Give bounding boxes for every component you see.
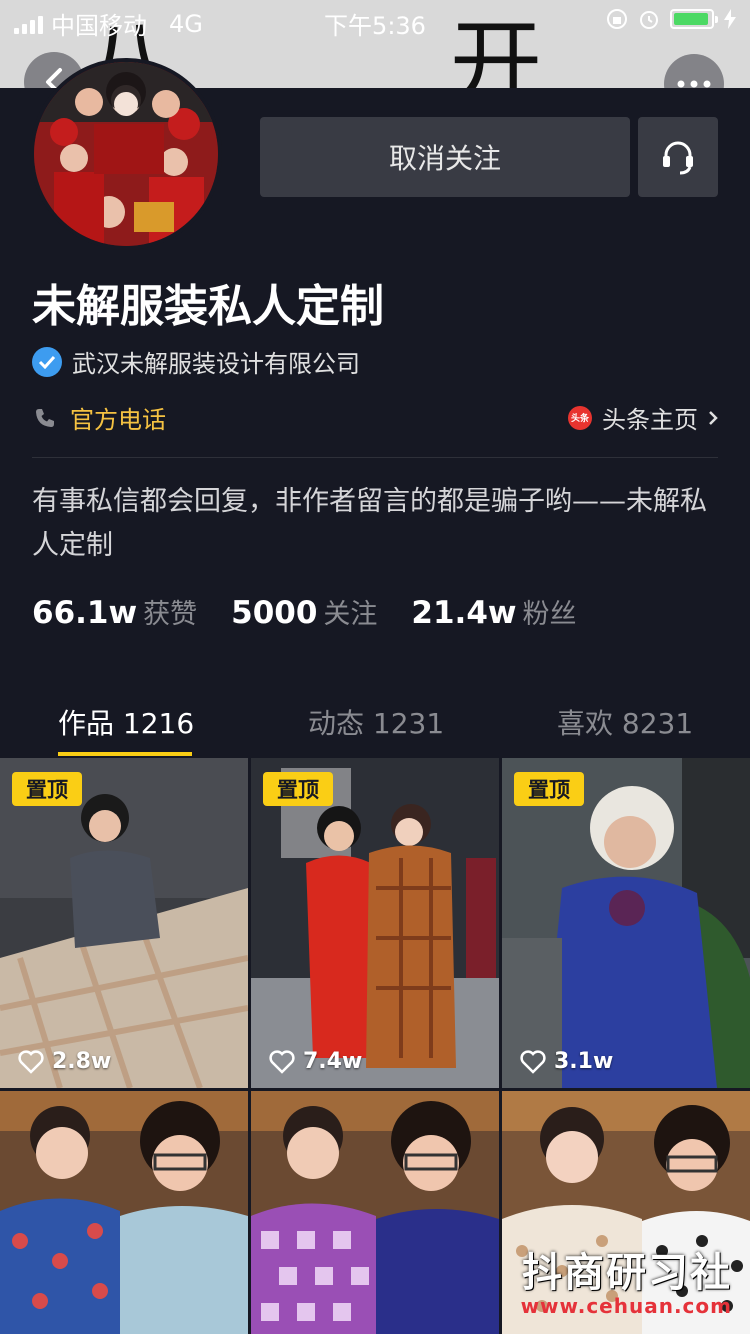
watermark-url: www.cehuan.com bbox=[520, 1294, 732, 1318]
avatar-photo bbox=[34, 62, 218, 246]
phone-icon bbox=[36, 408, 54, 427]
tab-liked[interactable]: 喜欢 8231 bbox=[557, 702, 693, 742]
stat-value: 5000 bbox=[231, 595, 318, 631]
likes-count: 2.8w bbox=[52, 1049, 112, 1074]
pinned-badge: 置顶 bbox=[263, 772, 333, 806]
stat-likes[interactable]: 66.1w 获赞 bbox=[32, 592, 197, 631]
video-thumbnail-image bbox=[0, 758, 248, 1088]
phone-label: 官方电话 bbox=[70, 406, 166, 434]
video-thumbnail[interactable] bbox=[251, 1091, 499, 1334]
battery-icon bbox=[670, 9, 718, 29]
verified-badge-icon bbox=[32, 346, 62, 377]
message-button[interactable] bbox=[638, 117, 718, 197]
video-likes: 3.1w bbox=[520, 1049, 613, 1074]
divider bbox=[32, 457, 718, 458]
video-thumbnail-image bbox=[251, 1091, 499, 1334]
alarm-icon bbox=[640, 11, 658, 29]
toutiao-homepage-link[interactable]: 头条 头条主页 bbox=[568, 400, 718, 435]
stat-label: 关注 bbox=[323, 599, 378, 630]
customer-service-icon bbox=[663, 141, 693, 175]
likes-count: 7.4w bbox=[303, 1049, 363, 1074]
stat-label: 粉丝 bbox=[522, 599, 577, 630]
heart-icon bbox=[269, 1049, 295, 1074]
charging-icon bbox=[724, 9, 736, 29]
stat-following[interactable]: 5000 关注 bbox=[231, 592, 377, 631]
verified-row: 武汉未解服装设计有限公司 bbox=[32, 344, 360, 379]
stat-value: 21.4w bbox=[411, 595, 517, 631]
likes-count: 3.1w bbox=[554, 1049, 614, 1074]
watermark-title: 抖商研习社 bbox=[522, 1250, 732, 1296]
avatar[interactable] bbox=[30, 58, 222, 250]
unfollow-button[interactable]: 取消关注 bbox=[260, 117, 630, 197]
video-thumbnail-image bbox=[0, 1091, 248, 1334]
watermark: 抖商研习社 www.cehuan.com bbox=[521, 1240, 732, 1318]
official-phone-link[interactable]: 官方电话 bbox=[34, 400, 166, 435]
content-tabs: 作品 1216 动态 1231 喜欢 8231 bbox=[0, 690, 750, 756]
profile-stats: 66.1w 获赞 5000 关注 21.4w 粉丝 bbox=[32, 592, 577, 631]
video-likes: 7.4w bbox=[269, 1049, 362, 1074]
profile-bio: 有事私信都会回复，非作者留言的都是骗子哟——未解私人定制 bbox=[32, 486, 707, 561]
toutiao-logo-icon: 头条 bbox=[568, 405, 592, 430]
video-thumbnail-image bbox=[251, 758, 499, 1088]
heart-icon bbox=[18, 1049, 44, 1074]
chevron-right-icon bbox=[709, 410, 718, 425]
stat-label: 获赞 bbox=[143, 599, 198, 630]
video-thumbnail[interactable] bbox=[0, 1091, 248, 1334]
video-thumbnail[interactable]: 置顶 3.1w bbox=[502, 758, 750, 1088]
status-bar: 中国移动 4G 下午5:36 bbox=[0, 0, 750, 40]
pinned-badge: 置顶 bbox=[12, 772, 82, 806]
stat-value: 66.1w bbox=[32, 595, 138, 631]
tab-activity[interactable]: 动态 1231 bbox=[308, 702, 444, 742]
heart-icon bbox=[520, 1049, 546, 1074]
toutiao-label: 头条主页 bbox=[602, 406, 698, 434]
active-tab-indicator bbox=[58, 752, 192, 756]
verified-company: 武汉未解服装设计有限公司 bbox=[72, 350, 360, 378]
stat-followers[interactable]: 21.4w 粉丝 bbox=[411, 592, 576, 631]
profile-name: 未解服装私人定制 bbox=[32, 281, 384, 332]
rotation-lock-icon bbox=[607, 9, 627, 29]
video-thumbnail[interactable]: 置顶 2.8w bbox=[0, 758, 248, 1088]
pinned-badge: 置顶 bbox=[514, 772, 584, 806]
video-likes: 2.8w bbox=[18, 1049, 111, 1074]
tab-works[interactable]: 作品 1216 bbox=[58, 702, 194, 742]
video-thumbnail-image bbox=[502, 758, 750, 1088]
video-thumbnail[interactable]: 置顶 7.4w bbox=[251, 758, 499, 1088]
more-dots-icon bbox=[677, 80, 711, 88]
